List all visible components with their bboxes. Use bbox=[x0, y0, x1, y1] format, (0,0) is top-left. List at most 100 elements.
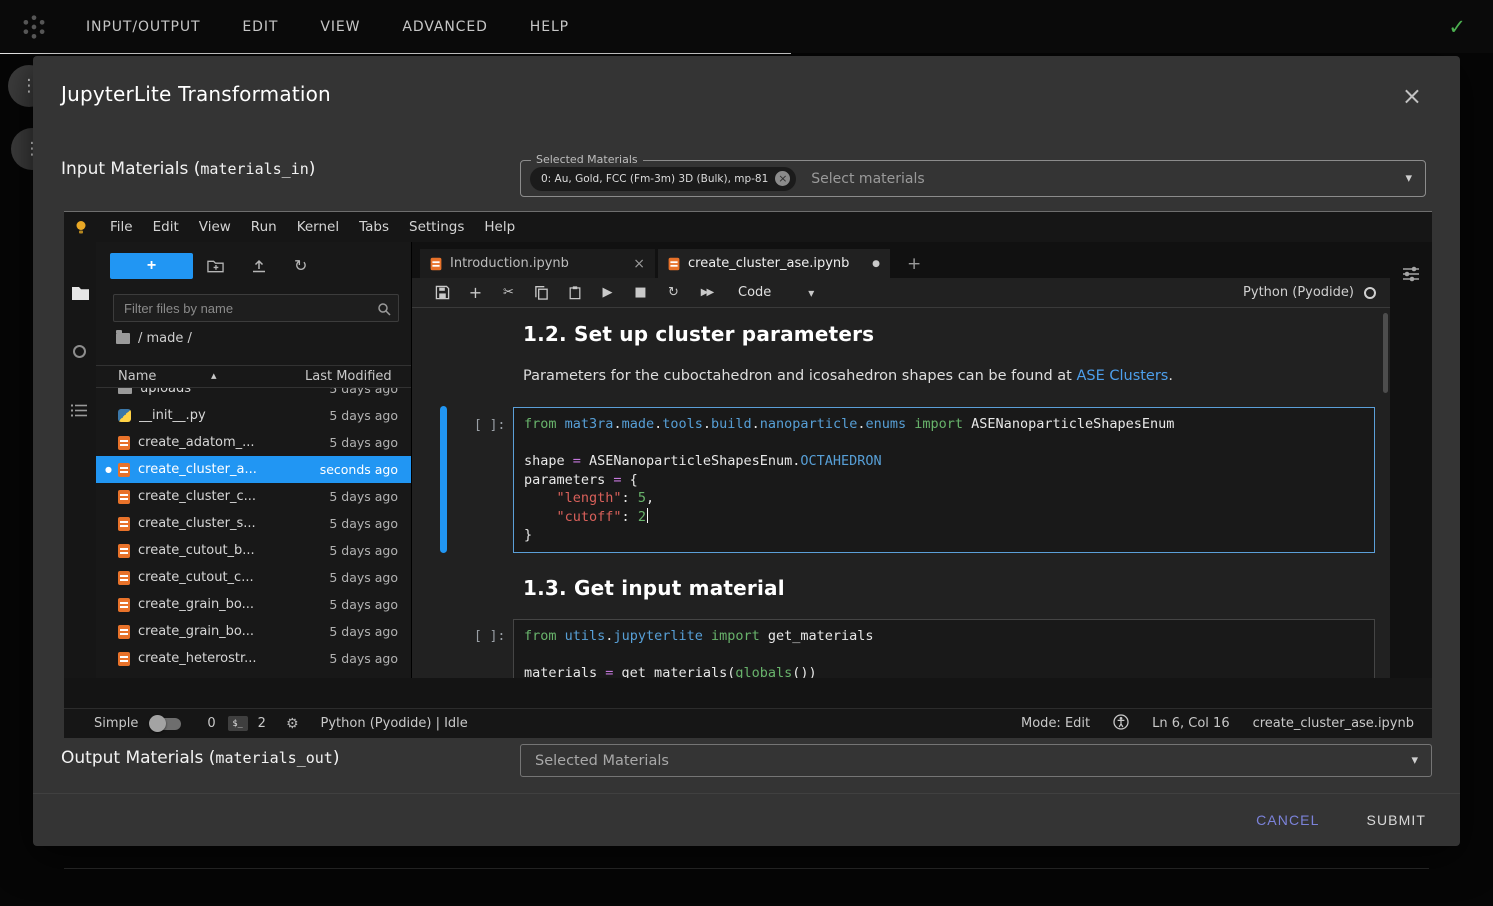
filter-files-input[interactable] bbox=[113, 294, 399, 322]
accessibility-icon[interactable] bbox=[1113, 714, 1129, 734]
kernel-name[interactable]: Python (Pyodide) bbox=[1243, 285, 1354, 300]
running-kernels-icon[interactable] bbox=[73, 345, 86, 358]
upload-icon[interactable] bbox=[251, 259, 267, 273]
notebook-icon bbox=[118, 436, 130, 450]
jupyter-menubar: FileEditViewRunKernelTabsSettingsHelp bbox=[64, 212, 1432, 242]
cut-cells-icon[interactable]: ✂ bbox=[497, 285, 520, 300]
document-tab[interactable]: Introduction.ipynb× bbox=[420, 249, 655, 278]
new-folder-icon[interactable] bbox=[207, 259, 224, 273]
input-materials-select[interactable]: Selected Materials 0: Au, Gold, FCC (Fm-… bbox=[520, 160, 1426, 197]
file-row[interactable]: create_cluster_c...5 days ago bbox=[96, 483, 411, 510]
scrollbar-thumb[interactable] bbox=[1383, 313, 1388, 393]
file-row[interactable]: create_cutout_c...5 days ago bbox=[96, 564, 411, 591]
file-row[interactable]: create_grain_bo...5 days ago bbox=[96, 591, 411, 618]
ase-clusters-link[interactable]: ASE Clusters bbox=[1076, 368, 1168, 384]
chevron-down-icon[interactable]: ▾ bbox=[808, 286, 814, 300]
kernel-status-icon[interactable] bbox=[1364, 287, 1376, 299]
jupyter-menubar-items: FileEditViewRunKernelTabsSettingsHelp bbox=[100, 219, 525, 235]
file-browser-panel: + ↻ / made / Name ▴ Last Mod bbox=[96, 242, 412, 678]
notebook-region: Introduction.ipynb×create_cluster_ase.ip… bbox=[412, 242, 1390, 678]
file-row[interactable]: uploads5 days ago bbox=[96, 388, 411, 402]
close-dialog-icon[interactable]: × bbox=[1402, 84, 1422, 108]
jupyter-menu-item[interactable]: File bbox=[100, 219, 143, 235]
material-chip[interactable]: 0: Au, Gold, FCC (Fm-3m) 3D (Bulk), mp-8… bbox=[530, 167, 796, 191]
file-row[interactable]: create_interface...2 days ago bbox=[96, 672, 411, 678]
cell-collapser[interactable] bbox=[440, 406, 447, 553]
new-launcher-button[interactable]: + bbox=[110, 253, 193, 279]
notebook-icon bbox=[669, 257, 680, 270]
property-inspector-icon[interactable] bbox=[1402, 266, 1420, 286]
jupyter-menu-item[interactable]: Run bbox=[241, 219, 287, 235]
copy-cells-icon[interactable] bbox=[530, 285, 553, 300]
file-row[interactable]: ●create_cluster_a...seconds ago bbox=[96, 456, 411, 483]
file-modified: seconds ago bbox=[320, 462, 398, 477]
refresh-icon[interactable]: ↻ bbox=[294, 256, 307, 275]
page-divider bbox=[0, 53, 791, 54]
paste-cells-icon[interactable] bbox=[563, 285, 586, 300]
chevron-down-icon[interactable]: ▾ bbox=[1405, 171, 1412, 186]
jupyter-menu-item[interactable]: Help bbox=[474, 219, 525, 235]
file-row[interactable]: __init__.py5 days ago bbox=[96, 402, 411, 429]
cell-editor-1[interactable]: from utils.jupyterlite import get_materi… bbox=[513, 619, 1375, 678]
restart-kernel-icon[interactable]: ↻ bbox=[662, 285, 685, 300]
app-logo-icon[interactable] bbox=[18, 11, 50, 43]
breadcrumb[interactable]: / made / bbox=[116, 331, 192, 346]
file-name: create_cutout_c... bbox=[138, 570, 329, 585]
jupyter-menu-item[interactable]: Settings bbox=[399, 219, 474, 235]
check-icon[interactable]: ✓ bbox=[1448, 15, 1466, 39]
cell-editor-0[interactable]: from mat3ra.made.tools.build.nanoparticl… bbox=[513, 407, 1375, 553]
run-cell-icon[interactable]: ▶ bbox=[596, 285, 619, 300]
new-tab-button[interactable]: + bbox=[907, 254, 921, 278]
sort-by-modified[interactable]: Last Modified bbox=[305, 369, 392, 384]
cursor-position-label[interactable]: Ln 6, Col 16 bbox=[1152, 716, 1229, 731]
jupyterlite-transformation-dialog: JupyterLite Transformation × Input Mater… bbox=[33, 56, 1460, 846]
insert-cell-icon[interactable]: + bbox=[464, 283, 487, 302]
gear-icon[interactable]: ⚙ bbox=[286, 716, 299, 732]
topbar-menu-item[interactable]: VIEW bbox=[299, 19, 381, 35]
file-row[interactable]: create_cutout_b...5 days ago bbox=[96, 537, 411, 564]
lightbulb-icon[interactable] bbox=[75, 220, 87, 235]
breadcrumb-path[interactable]: / made / bbox=[138, 331, 192, 346]
simple-mode-toggle[interactable] bbox=[151, 718, 181, 730]
notebook-icon bbox=[118, 490, 130, 504]
topbar-menu-item[interactable]: EDIT bbox=[221, 19, 299, 35]
kernel-status-label[interactable]: Python (Pyodide) | Idle bbox=[321, 716, 468, 731]
terminals-count[interactable]: 0 bbox=[207, 716, 215, 731]
jupyter-menu-item[interactable]: View bbox=[189, 219, 241, 235]
topbar-menu-item[interactable]: HELP bbox=[509, 19, 590, 35]
terminal-icon[interactable]: $_ bbox=[228, 716, 248, 731]
file-row[interactable]: create_heterostr...5 days ago bbox=[96, 645, 411, 672]
document-tab[interactable]: create_cluster_ase.ipynb● bbox=[658, 249, 890, 278]
file-row[interactable]: create_grain_bo...5 days ago bbox=[96, 618, 411, 645]
table-of-contents-icon[interactable] bbox=[71, 402, 88, 421]
submit-button[interactable]: SUBMIT bbox=[1367, 812, 1427, 828]
notebook-icon bbox=[118, 571, 130, 585]
kernels-count[interactable]: 2 bbox=[258, 716, 266, 731]
topbar-menu-item[interactable]: INPUT/OUTPUT bbox=[65, 19, 221, 35]
bottom-divider bbox=[64, 868, 1429, 869]
file-name: create_heterostr... bbox=[138, 651, 329, 666]
close-tab-icon[interactable]: × bbox=[633, 256, 645, 272]
topbar-menu: INPUT/OUTPUTEDITVIEWADVANCEDHELP bbox=[65, 19, 590, 35]
home-folder-icon[interactable] bbox=[116, 333, 130, 344]
file-name: create_cluster_s... bbox=[138, 516, 329, 531]
save-icon[interactable] bbox=[431, 285, 454, 300]
statusbar-filename: create_cluster_ase.ipynb bbox=[1253, 716, 1414, 731]
restart-run-all-icon[interactable]: ▶▶ bbox=[695, 287, 718, 298]
file-row[interactable]: create_adatom_...5 days ago bbox=[96, 429, 411, 456]
cell-type-select[interactable]: Code bbox=[738, 285, 771, 300]
sort-by-name[interactable]: Name bbox=[118, 369, 156, 384]
file-row[interactable]: create_cluster_s...5 days ago bbox=[96, 510, 411, 537]
chip-delete-icon[interactable]: × bbox=[775, 171, 790, 186]
file-list-viewport: uploads5 days ago__init__.py5 days agocr… bbox=[96, 388, 411, 678]
file-browser-icon[interactable] bbox=[71, 286, 90, 305]
jupyter-menu-item[interactable]: Tabs bbox=[349, 219, 399, 235]
cancel-button[interactable]: CANCEL bbox=[1256, 812, 1319, 828]
notebook-icon bbox=[118, 517, 130, 531]
topbar-menu-item[interactable]: ADVANCED bbox=[381, 19, 508, 35]
jupyter-menu-item[interactable]: Kernel bbox=[287, 219, 349, 235]
output-materials-select[interactable]: Selected Materials ▾ bbox=[520, 744, 1432, 777]
stop-kernel-icon[interactable]: ■ bbox=[629, 285, 652, 300]
chevron-down-icon[interactable]: ▾ bbox=[1411, 753, 1418, 768]
jupyter-menu-item[interactable]: Edit bbox=[143, 219, 189, 235]
